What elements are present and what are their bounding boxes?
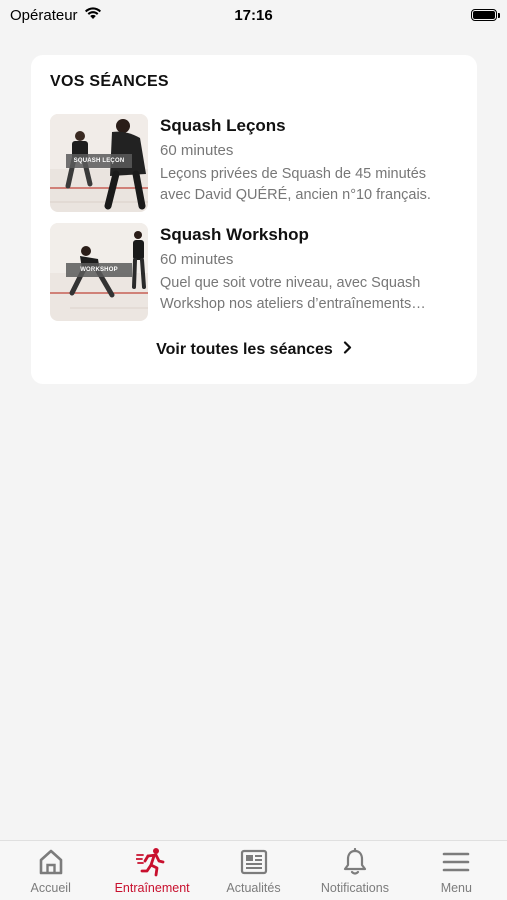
status-bar: Opérateur 17:16 [0,0,507,30]
tab-label: Actualités [226,881,281,895]
session-text: Squash Workshop 60 minutes Quel que soit… [160,223,460,321]
session-text: Squash Leçons 60 minutes Leçons privées … [160,114,460,212]
home-icon [37,847,65,877]
session-thumbnail: SQUASH LEÇON [50,114,148,212]
session-item-squash-lecons[interactable]: SQUASH LEÇON Squash Leçons 60 minutes Le… [50,114,460,212]
hamburger-menu-icon [442,847,470,877]
newspaper-icon [240,847,268,877]
sessions-card: VOS SÉANCES SQUASH LEÇON Squash Leçons 6… [31,55,477,384]
tab-label: Entraînement [114,881,190,895]
session-thumbnail: WORKSHOP [50,223,148,321]
bell-icon [342,847,368,877]
battery-fill [473,11,495,19]
see-all-sessions-link[interactable]: Voir toutes les séances [31,341,477,359]
status-left: Opérateur [10,6,102,24]
tab-entrainement[interactable]: Entraînement [101,841,202,900]
wifi-icon [84,6,102,24]
tab-label: Menu [440,881,472,895]
thumbnail-label: SQUASH LEÇON [66,154,132,168]
tab-menu[interactable]: Menu [406,841,507,900]
session-name: Squash Workshop [160,225,309,244]
tab-bar: Accueil Entraînement Actualités Notifica… [0,840,507,900]
session-duration: 60 minutes [160,251,234,268]
app-screen: Opérateur 17:16 VOS SÉANCES SQUASH LEÇON… [0,0,507,900]
battery-icon [471,9,500,21]
tab-label: Notifications [320,881,389,895]
tab-accueil[interactable]: Accueil [0,841,101,900]
carrier-label: Opérateur [10,6,78,24]
tab-label: Accueil [30,881,71,895]
thumbnail-label: WORKSHOP [66,263,132,277]
session-description: Quel que soit votre niveau, avec Squash … [160,275,426,312]
see-all-label: Voir toutes les séances [156,341,333,358]
tab-actualites[interactable]: Actualités [203,841,304,900]
tab-notifications[interactable]: Notifications [304,841,405,900]
running-icon [136,847,168,877]
session-description: Leçons privées de Squash de 45 minutés a… [160,166,431,203]
session-item-squash-workshop[interactable]: WORKSHOP Squash Workshop 60 minutes Quel… [50,223,460,321]
session-name: Squash Leçons [160,116,286,135]
sessions-card-title: VOS SÉANCES [50,73,169,90]
session-duration: 60 minutes [160,142,234,159]
chevron-right-icon [343,341,352,359]
